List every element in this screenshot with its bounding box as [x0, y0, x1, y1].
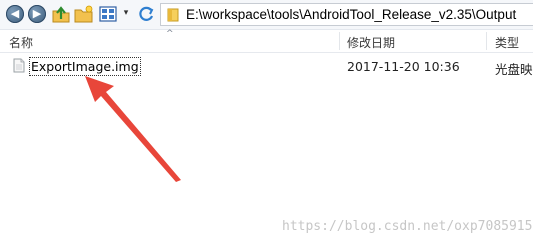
file-modified-date: 2017-11-20 10:36 [347, 59, 460, 74]
new-folder-button[interactable] [74, 4, 94, 24]
column-divider[interactable] [339, 32, 340, 50]
view-grid-icon [99, 6, 117, 22]
column-divider[interactable] [486, 32, 487, 50]
column-header: ^ 名称 修改日期 类型 [0, 29, 533, 53]
column-type[interactable]: 类型 [495, 34, 519, 51]
address-path: E:\workspace\tools\AndroidTool_Release_v… [186, 7, 517, 22]
back-arrow-icon: ◀ [6, 5, 24, 23]
refresh-icon [139, 6, 154, 21]
column-name[interactable]: 名称 [9, 34, 33, 51]
folder-icon [167, 8, 179, 22]
forward-button[interactable]: ▶ [28, 4, 46, 24]
sort-indicator-icon: ^ [166, 29, 174, 39]
view-dropdown-button[interactable]: ▾ [121, 4, 131, 22]
refresh-button[interactable] [137, 4, 155, 24]
file-icon [13, 58, 25, 73]
back-button[interactable]: ◀ [6, 4, 24, 24]
table-row[interactable]: ExportImage.img 2017-11-20 10:36 光盘映 [0, 55, 533, 77]
forward-arrow-icon: ▶ [28, 5, 46, 23]
watermark: https://blog.csdn.net/oxp7085915 [282, 219, 533, 234]
file-type: 光盘映 [495, 62, 533, 77]
up-folder-button[interactable] [51, 4, 71, 24]
toolbar: ◀ ▶ ▾ E:\workspace\tools\AndroidTool_Rel… [0, 0, 533, 30]
new-folder-icon [74, 5, 93, 23]
address-bar[interactable]: E:\workspace\tools\AndroidTool_Release_v… [160, 3, 533, 26]
column-date[interactable]: 修改日期 [347, 34, 395, 51]
up-folder-icon [52, 6, 70, 23]
view-button[interactable] [98, 4, 118, 24]
file-name[interactable]: ExportImage.img [29, 57, 141, 76]
chevron-down-icon: ▾ [123, 8, 129, 18]
